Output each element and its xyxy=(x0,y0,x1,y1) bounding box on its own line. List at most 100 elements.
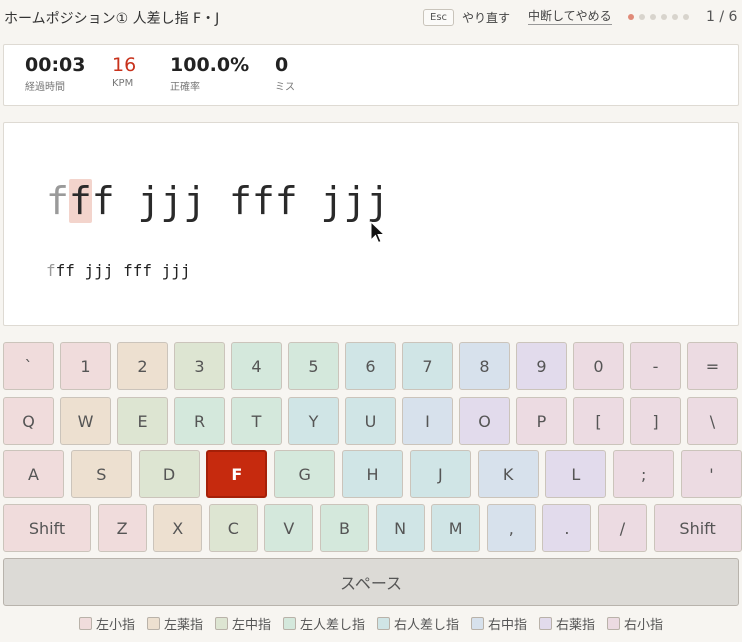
key-semicolon: ; xyxy=(613,450,675,498)
kpm-value: 16 xyxy=(112,54,137,76)
key-shift-right: Shift xyxy=(653,504,742,552)
legend-swatch xyxy=(377,617,390,630)
redo-button[interactable]: やり直す xyxy=(462,9,510,26)
practice-area[interactable]: fff jjj fff jjj fff jjj fff jjj xyxy=(3,122,739,326)
key-minus: - xyxy=(630,342,681,390)
lesson-title: ホームポジション① 人差し指 F・J xyxy=(4,11,220,27)
legend-item: 左中指 xyxy=(214,614,271,633)
key-slash: / xyxy=(598,504,647,552)
key-3: 3 xyxy=(174,342,225,390)
legend-label: 左人差し指 xyxy=(299,618,365,633)
key-a: A xyxy=(3,450,64,498)
miss-count-label: ミス xyxy=(275,82,295,93)
legend-swatch xyxy=(146,617,160,630)
key-j: J xyxy=(409,450,471,498)
key-c: C xyxy=(208,504,258,552)
key-w: W xyxy=(60,397,111,445)
stat-accuracy: 100.0% 正確率 xyxy=(170,54,249,93)
legend-label: 右薬指 xyxy=(556,618,596,633)
key-o: O xyxy=(459,397,510,445)
elapsed-time-label: 経過時間 xyxy=(25,82,65,93)
legend-label: 左薬指 xyxy=(163,618,203,633)
stats-panel: 00:03 経過時間 16 KPM 100.0% 正確率 0 ミス xyxy=(3,44,739,106)
key-t: T xyxy=(231,397,282,445)
legend-swatch xyxy=(607,617,621,630)
key-8: 8 xyxy=(459,342,510,390)
legend-item: 右小指 xyxy=(607,614,663,633)
stat-time: 00:03 経過時間 xyxy=(25,54,85,93)
preview-remaining-text: ff jjj fff jjj xyxy=(55,261,191,280)
key-u: U xyxy=(345,397,396,445)
key-v: V xyxy=(264,504,314,552)
key-h: H xyxy=(342,450,403,498)
key-z: Z xyxy=(97,504,147,552)
key-e: E xyxy=(117,397,168,445)
legend-label: 左小指 xyxy=(95,618,135,633)
finger-legend: 左小指 左薬指 左中指 左人差し指 右人差し指 右中指 右薬指 右小指 xyxy=(0,614,742,633)
typed-text: f xyxy=(46,179,69,223)
key-q: Q xyxy=(3,397,54,445)
key-9: 9 xyxy=(516,342,567,390)
progress-dot xyxy=(683,14,689,20)
legend-item: 右人差し指 xyxy=(377,614,459,633)
key-1: 1 xyxy=(60,342,111,390)
quit-button[interactable]: 中断してやめる xyxy=(528,9,612,25)
remaining-text: f jjj fff jjj xyxy=(91,179,390,223)
key-f: F xyxy=(206,450,268,498)
miss-count-value: 0 xyxy=(275,54,289,76)
key-backtick: ` xyxy=(3,342,54,390)
key-n: N xyxy=(375,504,425,552)
esc-key-hint: Esc xyxy=(423,9,455,26)
progress-dot xyxy=(628,14,634,20)
legend-label: 左中指 xyxy=(231,618,271,633)
legend-item: 右薬指 xyxy=(539,614,595,633)
key-6: 6 xyxy=(345,342,396,390)
key-4: 4 xyxy=(231,342,282,390)
key-x: X xyxy=(153,504,203,552)
cursor-char: f xyxy=(68,179,92,223)
key-b: B xyxy=(320,504,369,552)
page-counter: 1 / 6 xyxy=(706,9,738,25)
progress-dot xyxy=(661,14,667,20)
preview-typed-text: f xyxy=(46,261,56,280)
key-quote: ' xyxy=(681,450,742,498)
legend-item: 左小指 xyxy=(78,614,135,633)
key-d: D xyxy=(138,450,200,498)
legend-label: 右人差し指 xyxy=(394,618,460,633)
progress-dot xyxy=(639,14,645,20)
key-rbracket: ] xyxy=(630,397,681,445)
key-l: L xyxy=(545,450,607,498)
key-g: G xyxy=(274,450,336,498)
accuracy-label: 正確率 xyxy=(170,82,200,93)
legend-swatch xyxy=(539,617,553,630)
current-line: fff jjj fff jjj xyxy=(46,179,389,223)
legend-item: 左薬指 xyxy=(146,614,203,633)
key-0: 0 xyxy=(573,342,624,390)
key-2: 2 xyxy=(117,342,168,390)
key-lbracket: [ xyxy=(573,397,624,445)
kpm-label: KPM xyxy=(112,78,134,89)
key-5: 5 xyxy=(288,342,339,390)
key-period: . xyxy=(542,504,592,552)
key-comma: , xyxy=(486,504,536,552)
key-r: R xyxy=(174,397,225,445)
key-i: I xyxy=(402,397,453,445)
key-space: スペース xyxy=(3,558,739,606)
stat-kpm: 16 KPM xyxy=(112,54,136,89)
preview-line: fff jjj fff jjj xyxy=(46,261,191,280)
legend-swatch xyxy=(471,617,485,630)
key-equals: = xyxy=(687,342,738,390)
key-7: 7 xyxy=(402,342,453,390)
progress-dots xyxy=(628,14,689,20)
accuracy-value: 100.0% xyxy=(170,54,250,76)
mouse-pointer-icon xyxy=(370,221,386,244)
top-bar: ホームポジション① 人差し指 F・J Esc やり直す 中断してやめる 1 / … xyxy=(0,0,742,34)
elapsed-time-value: 00:03 xyxy=(25,54,86,76)
progress-dot xyxy=(672,14,678,20)
key-backslash: \ xyxy=(687,397,738,445)
key-shift-left: Shift xyxy=(3,504,91,552)
legend-item: 左人差し指 xyxy=(282,614,365,633)
progress-dot xyxy=(650,14,656,20)
key-p: P xyxy=(516,397,567,445)
stat-misses: 0 ミス xyxy=(275,54,295,93)
